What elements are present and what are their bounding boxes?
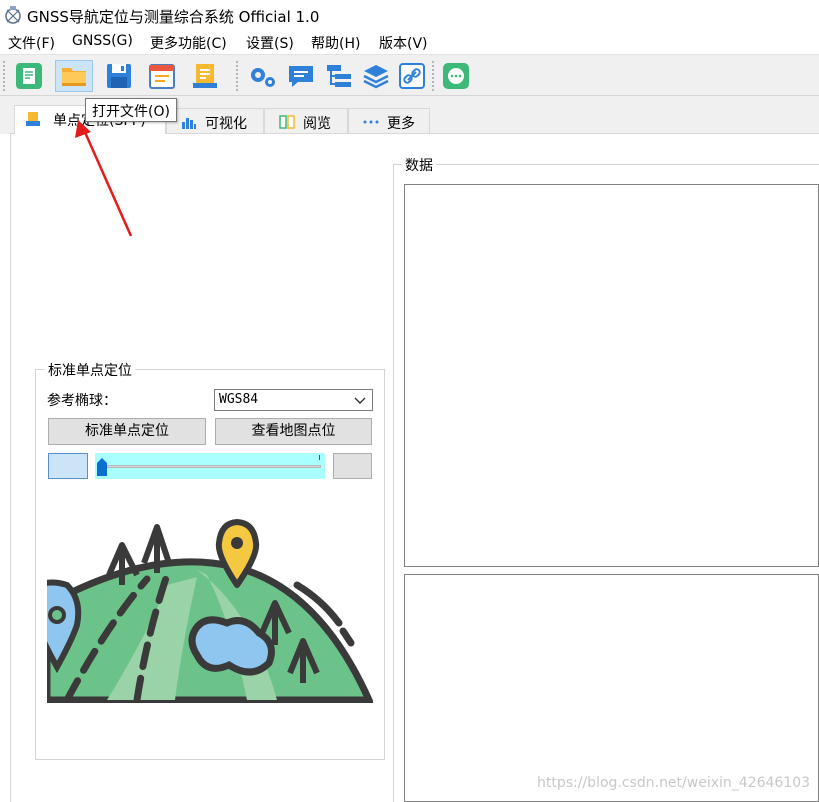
toolbar-separator — [236, 61, 238, 91]
slider-thumb[interactable] — [96, 457, 108, 477]
tab-more[interactable]: 更多 — [348, 108, 430, 133]
spp-button[interactable]: 标准单点定位 — [48, 418, 206, 445]
data-group-title: 数据 — [402, 155, 436, 175]
map-illustration — [47, 519, 373, 703]
menu-bar: 文件(F) GNSS(G) 更多功能(C) 设置(S) 帮助(H) 版本(V) — [0, 30, 819, 54]
open-folder-icon — [62, 68, 86, 86]
inbox-icon — [26, 112, 40, 126]
toolbar-separator — [432, 61, 434, 91]
data-textbox-top[interactable] — [404, 184, 819, 567]
new-file-button[interactable] — [14, 61, 44, 91]
notepad-button[interactable] — [190, 61, 220, 91]
ellipsoid-label: 参考椭球： — [47, 393, 117, 409]
satellite-app-icon — [5, 6, 21, 24]
menu-file[interactable]: 文件(F) — [8, 33, 55, 53]
layers-icon — [363, 65, 389, 89]
right-indicator[interactable] — [333, 453, 372, 479]
ellipsoid-select[interactable]: WGS84 — [214, 389, 373, 411]
tab-browse[interactable]: 阅览 — [264, 108, 348, 133]
calendar-form-icon — [149, 64, 175, 89]
chat-button[interactable] — [286, 61, 316, 91]
book-icon — [279, 115, 295, 129]
chat-icon — [289, 66, 313, 87]
toolbar-grip[interactable] — [3, 61, 5, 91]
spp-group-title: 标准单点定位 — [45, 360, 135, 380]
save-icon — [107, 64, 131, 88]
save-button[interactable] — [104, 61, 134, 91]
gears-icon — [251, 68, 275, 87]
tree-list-icon — [327, 65, 351, 87]
slider-track — [99, 465, 321, 468]
notepad-icon — [193, 64, 217, 88]
spp-group: 标准单点定位 参考椭球： WGS84 标准单点定位 查看地图点位 — [35, 360, 385, 760]
menu-version[interactable]: 版本(V) — [379, 33, 428, 53]
more-dots-icon — [363, 120, 379, 124]
position-slider[interactable] — [95, 453, 325, 479]
layers-button[interactable] — [361, 61, 391, 91]
menu-help[interactable]: 帮助(H) — [311, 33, 360, 53]
menu-settings[interactable]: 设置(S) — [246, 33, 294, 53]
data-textbox-bottom[interactable] — [404, 574, 819, 802]
open-file-button[interactable] — [55, 60, 93, 92]
data-group-left-border — [393, 164, 394, 802]
form-button[interactable] — [147, 61, 177, 91]
toolbar — [0, 54, 819, 96]
window-title: GNSS导航定位与测量综合系统 Official 1.0 — [27, 8, 320, 26]
tree-button[interactable] — [324, 61, 354, 91]
ellipsoid-select-value: WGS84 — [219, 392, 259, 407]
settings-button[interactable] — [247, 61, 277, 91]
left-indicator[interactable] — [48, 453, 88, 479]
message-icon — [443, 63, 469, 89]
title-bar: GNSS导航定位与测量综合系统 Official 1.0 — [0, 0, 819, 30]
data-group-top-border — [393, 164, 819, 165]
red-annotation-arrow — [75, 120, 133, 237]
tab-visualization-label: 可视化 — [205, 116, 247, 132]
tab-browse-label: 阅览 — [303, 116, 331, 132]
slider-tick — [319, 455, 320, 460]
menu-gnss[interactable]: GNSS(G) — [72, 33, 133, 49]
menu-more-functions[interactable]: 更多功能(C) — [150, 33, 227, 53]
link-icon — [399, 63, 425, 89]
view-map-button[interactable]: 查看地图点位 — [215, 418, 372, 445]
watermark: https://blog.csdn.net/weixin_42646103 — [537, 775, 811, 791]
new-file-icon — [16, 63, 42, 89]
link-button[interactable] — [397, 61, 427, 91]
tab-visualization[interactable]: 可视化 — [166, 108, 264, 133]
tab-more-label: 更多 — [387, 116, 415, 132]
chevron-down-icon — [354, 397, 366, 404]
message-button[interactable] — [441, 61, 471, 91]
bar-chart-icon — [182, 118, 196, 129]
